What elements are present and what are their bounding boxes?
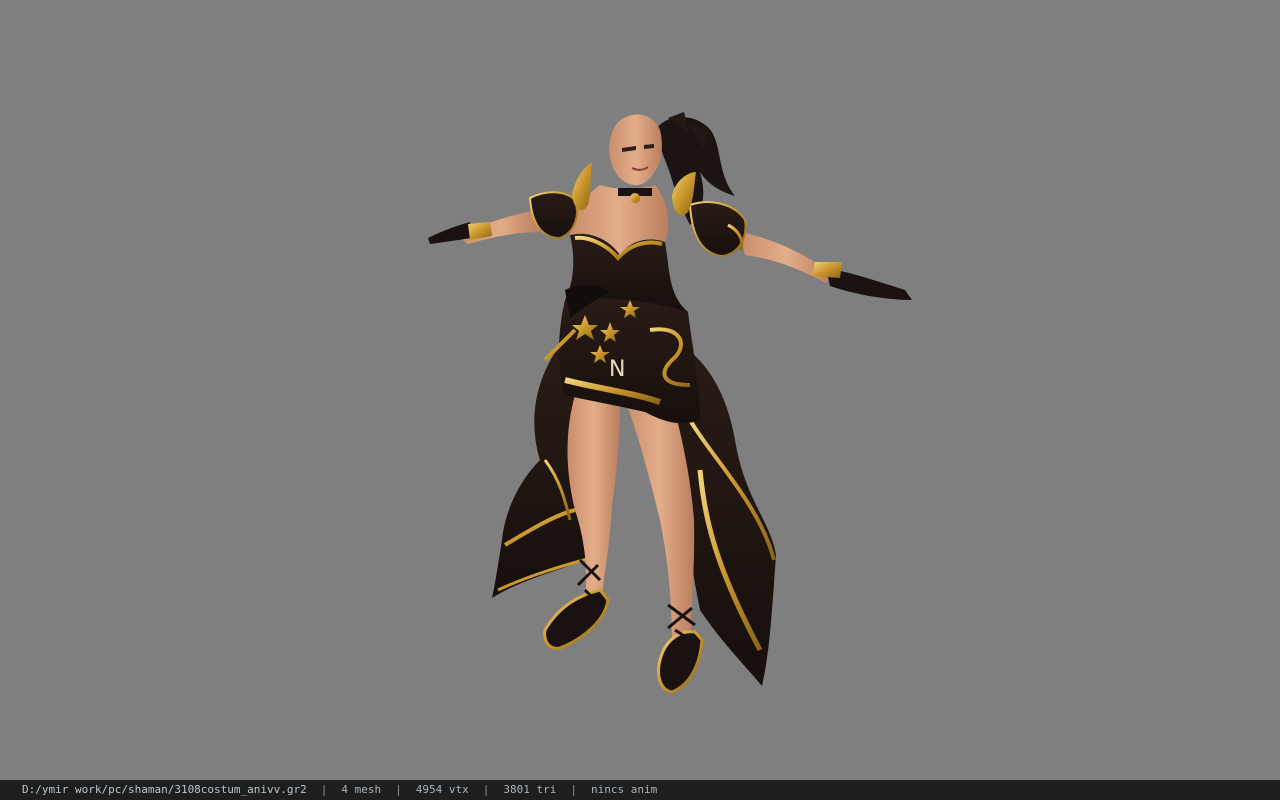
left-arm [428,191,578,244]
emblem-letter: N [609,357,625,382]
status-vertex-count: 4954 vtx [415,783,469,796]
status-bar: D:/ymir work/pc/shaman/3108costum_anivv.… [0,780,1280,800]
status-mesh-count: 4 mesh [341,783,382,796]
status-separator: | [395,783,402,796]
head [609,114,662,186]
character-model-preview: N [428,112,912,694]
status-file-path: D:/ymir work/pc/shaman/3108costum_anivv.… [22,783,307,796]
status-separator: | [570,783,577,796]
status-separator: | [320,783,328,796]
right-arm [688,201,912,300]
status-triangle-count: 3801 tri [503,783,557,796]
3d-viewport[interactable]: N [0,0,1280,780]
status-separator: | [482,783,490,796]
status-anim: nincs anim [591,783,658,796]
